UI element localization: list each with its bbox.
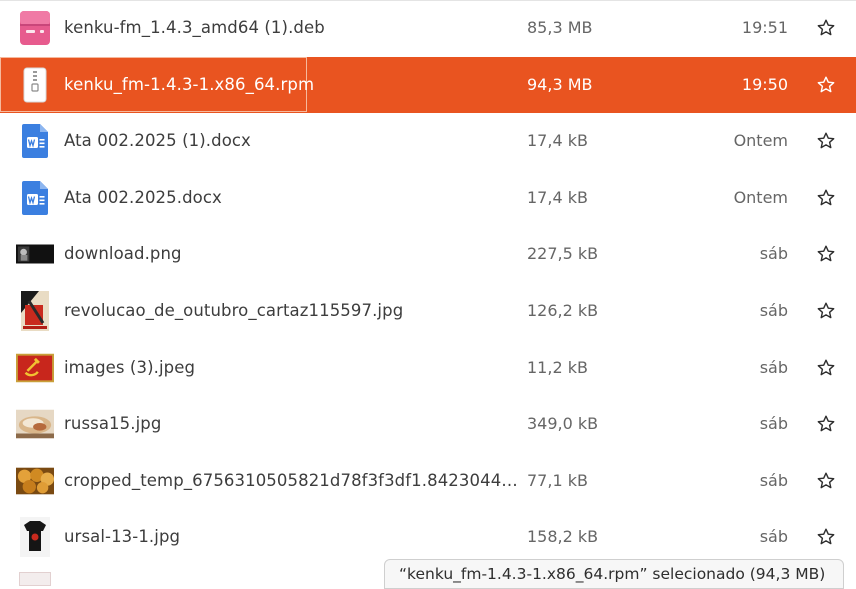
star-icon[interactable] <box>816 244 836 264</box>
file-name: cropped_temp_6756310505821d78f3f3df1.842… <box>64 470 518 490</box>
file-name: kenku-fm_1.4.3_amd64 (1).deb <box>64 18 325 37</box>
selection-status-bar: “kenku_fm-1.4.3-1.x86_64.rpm” selecionad… <box>384 559 844 589</box>
file-name: Ata 002.2025 (1).docx <box>64 131 251 151</box>
file-size: 17,4 kB <box>527 131 588 151</box>
star-icon[interactable] <box>816 358 836 378</box>
file-size: 227,5 kB <box>527 244 599 264</box>
file-name: russa15.jpg <box>64 414 162 434</box>
star-icon[interactable] <box>816 471 836 491</box>
star-icon[interactable] <box>816 527 836 547</box>
star-icon[interactable] <box>816 75 836 95</box>
file-modified: sáb <box>759 470 788 490</box>
star-icon[interactable] <box>816 18 836 38</box>
word-document-icon <box>16 179 54 217</box>
file-name: images (3).jpeg <box>64 357 196 377</box>
file-name: ursal-13-1.jpg <box>64 527 181 547</box>
file-row[interactable]: ursal-13-1.jpg 158,2 kB sáb <box>0 509 856 566</box>
image-thumbnail-icon <box>16 235 54 273</box>
file-name: kenku_fm-1.4.3-1.x86_64.rpm <box>64 74 315 94</box>
image-thumbnail-icon <box>16 462 54 500</box>
star-icon[interactable] <box>816 301 836 321</box>
file-modified: 19:50 <box>741 74 788 94</box>
file-size: 77,1 kB <box>527 470 588 490</box>
file-list: kenku-fm_1.4.3_amd64 (1).deb 85,3 MB 19:… <box>0 0 856 566</box>
file-size: 85,3 MB <box>527 18 593 37</box>
file-modified: sáb <box>759 414 788 434</box>
file-modified: sáb <box>759 244 788 264</box>
file-size: 11,2 kB <box>527 357 588 377</box>
file-row-selected[interactable]: kenku_fm-1.4.3-1.x86_64.rpm 94,3 MB 19:5… <box>0 56 856 114</box>
file-row[interactable]: Ata 002.2025 (1).docx 17,4 kB Ontem <box>0 113 856 170</box>
file-row[interactable]: images (3).jpeg 11,2 kB sáb <box>0 340 856 397</box>
file-row[interactable]: kenku-fm_1.4.3_amd64 (1).deb 85,3 MB 19:… <box>0 0 856 57</box>
file-size: 349,0 kB <box>527 414 599 434</box>
file-size: 126,2 kB <box>527 300 599 320</box>
file-row[interactable]: cropped_temp_6756310505821d78f3f3df1.842… <box>0 453 856 510</box>
file-name: download.png <box>64 244 182 264</box>
deb-package-icon <box>16 9 54 47</box>
file-modified: sáb <box>759 527 788 547</box>
star-icon[interactable] <box>816 414 836 434</box>
file-row[interactable]: revolucao_de_outubro_cartaz115597.jpg 12… <box>0 283 856 340</box>
file-modified: Ontem <box>733 131 788 151</box>
file-row[interactable]: russa15.jpg 349,0 kB sáb <box>0 396 856 453</box>
file-size: 158,2 kB <box>527 527 599 547</box>
star-icon[interactable] <box>816 131 836 151</box>
file-modified: 19:51 <box>741 18 788 37</box>
file-name: Ata 002.2025.docx <box>64 187 222 207</box>
file-size: 94,3 MB <box>527 74 593 94</box>
word-document-icon <box>16 122 54 160</box>
image-thumbnail-icon <box>16 517 54 558</box>
archive-zipper-icon <box>16 66 54 104</box>
file-modified: sáb <box>759 357 788 377</box>
image-thumbnail-icon <box>16 349 54 387</box>
star-icon[interactable] <box>816 188 836 208</box>
image-thumbnail-icon <box>16 290 54 331</box>
file-size: 17,4 kB <box>527 187 588 207</box>
file-row[interactable]: download.png 227,5 kB sáb <box>0 226 856 283</box>
file-modified: sáb <box>759 300 788 320</box>
selection-status-text: “kenku_fm-1.4.3-1.x86_64.rpm” selecionad… <box>399 565 826 583</box>
file-name: revolucao_de_outubro_cartaz115597.jpg <box>64 300 404 320</box>
file-modified: Ontem <box>733 187 788 207</box>
file-row[interactable]: Ata 002.2025.docx 17,4 kB Ontem <box>0 170 856 227</box>
image-thumbnail-icon <box>16 405 54 443</box>
